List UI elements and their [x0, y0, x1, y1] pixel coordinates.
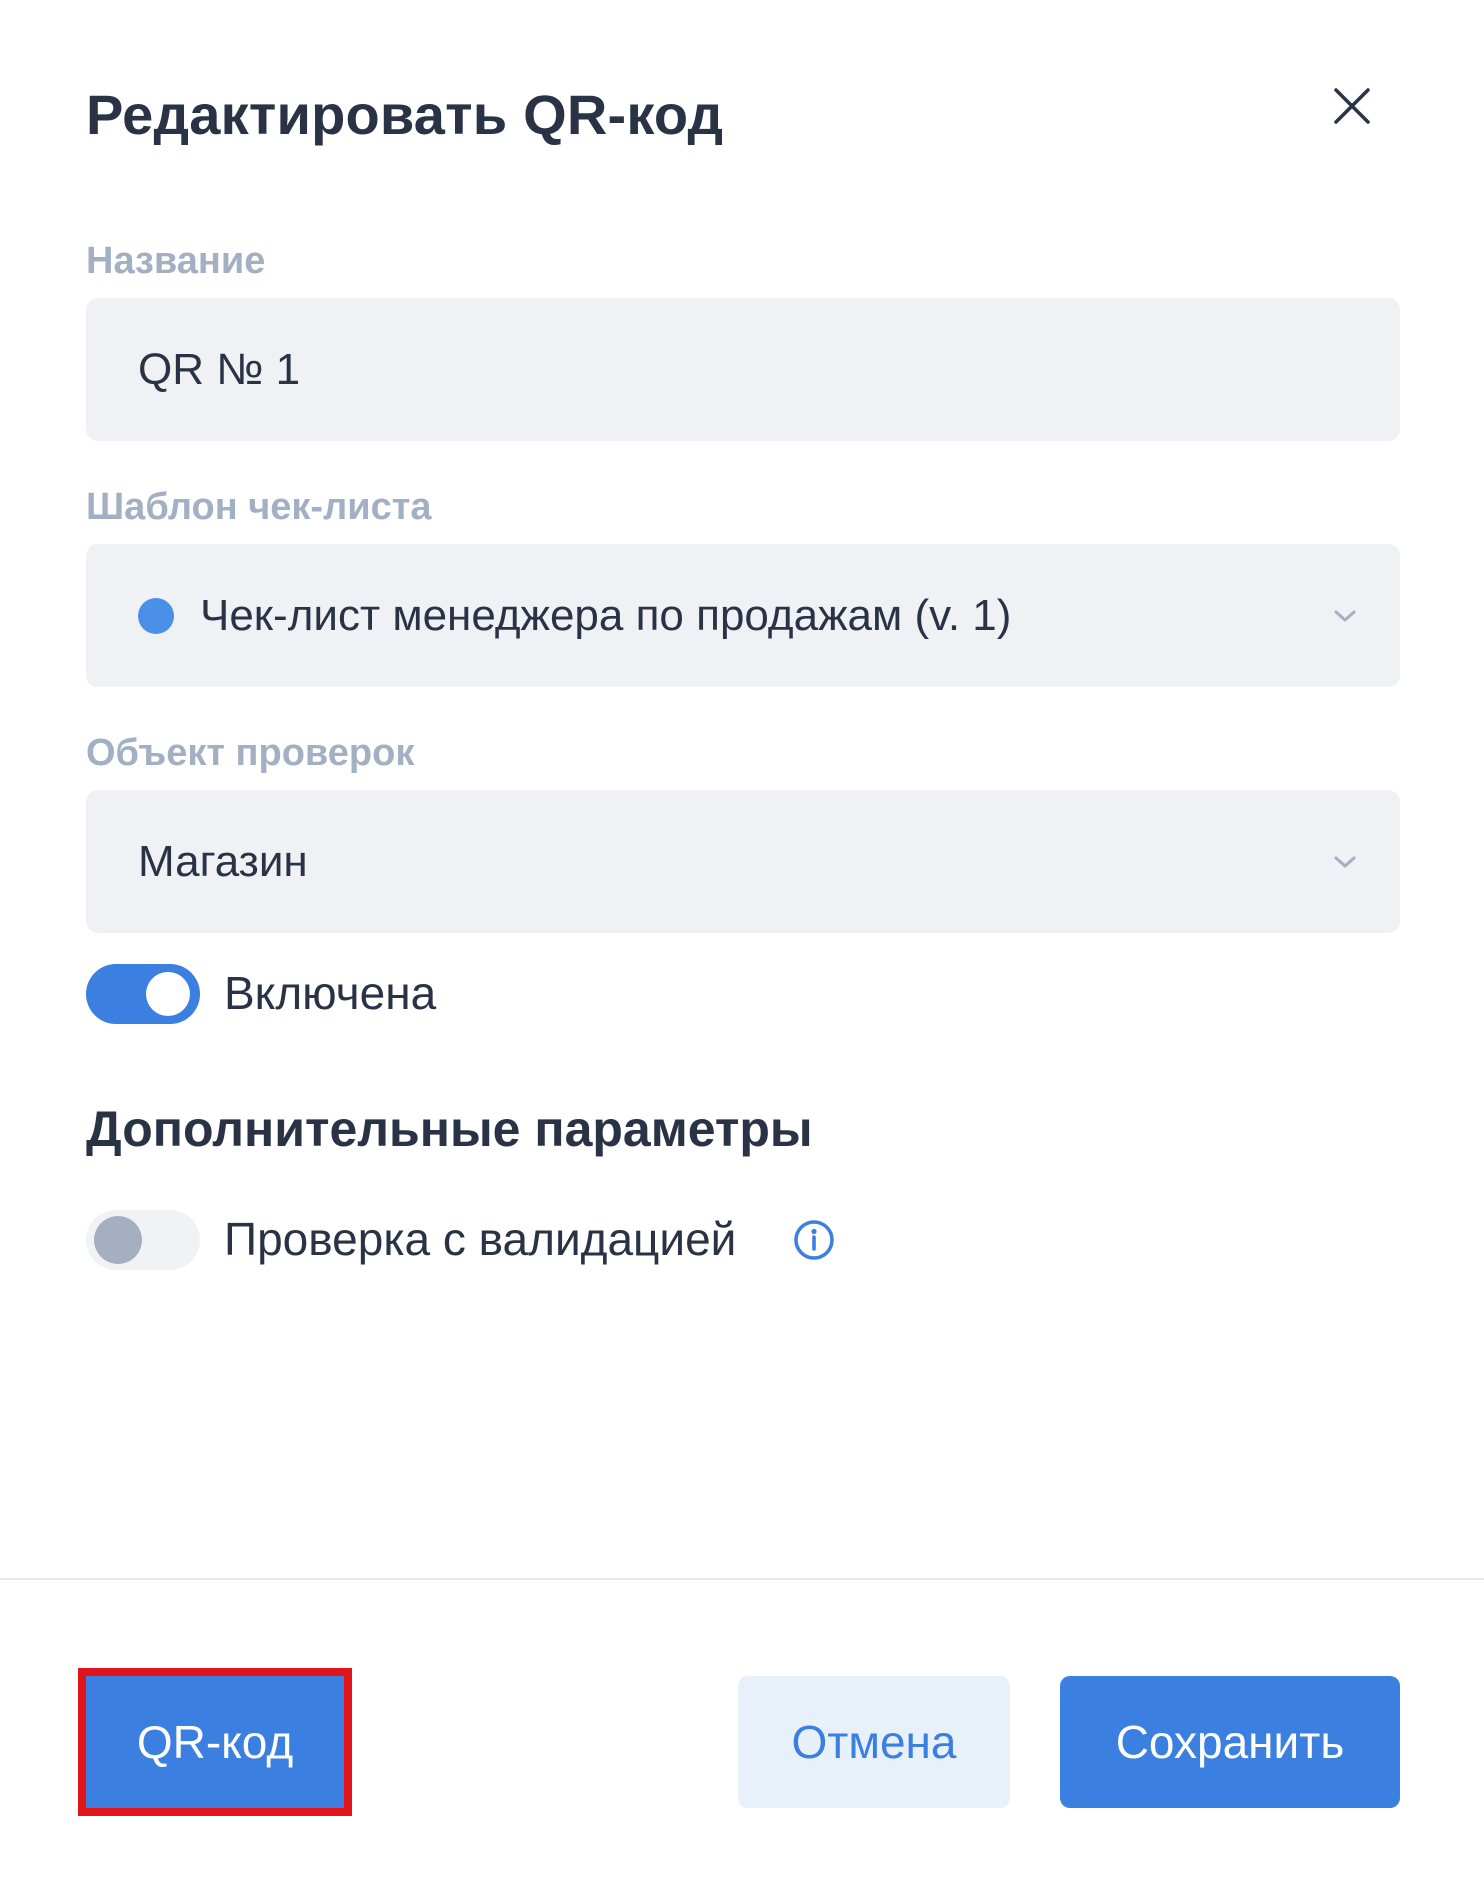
validation-toggle-label: Проверка с валидацией	[224, 1213, 737, 1265]
object-select-value: Магазин	[138, 836, 308, 886]
template-select-value: Чек-лист менеджера по продажам (v. 1)	[200, 590, 1012, 640]
template-field-label: Шаблон чек-листа	[86, 486, 432, 528]
chevron-down-icon	[1334, 856, 1356, 867]
save-button[interactable]: Сохранить	[1060, 1676, 1400, 1808]
qr-code-button[interactable]: QR-код	[78, 1668, 352, 1816]
save-button-label: Сохранить	[1115, 1716, 1345, 1768]
cancel-button[interactable]: Отмена	[738, 1676, 1010, 1808]
template-color-dot	[138, 597, 174, 634]
close-button[interactable]	[1330, 84, 1374, 128]
toggle-knob	[94, 1216, 142, 1264]
name-field-label: Название	[86, 240, 266, 282]
enabled-toggle[interactable]	[86, 964, 200, 1024]
object-select[interactable]: Магазин	[86, 790, 1400, 933]
footer-divider	[0, 1578, 1484, 1580]
name-input-value: QR № 1	[138, 344, 301, 394]
info-icon[interactable]	[792, 1218, 836, 1262]
toggle-knob	[146, 972, 190, 1016]
cancel-button-label: Отмена	[791, 1716, 957, 1768]
qr-code-button-label: QR-код	[136, 1716, 294, 1768]
validation-toggle[interactable]	[86, 1210, 200, 1270]
additional-params-title: Дополнительные параметры	[86, 1101, 813, 1157]
object-field-label: Объект проверок	[86, 732, 415, 774]
template-select[interactable]: Чек-лист менеджера по продажам (v. 1)	[86, 544, 1400, 687]
chevron-down-icon	[1334, 610, 1356, 621]
close-icon	[1334, 88, 1370, 124]
dialog-title: Редактировать QR-код	[86, 83, 724, 146]
name-input[interactable]: QR № 1	[86, 298, 1400, 441]
edit-qr-dialog: Редактировать QR-код Название QR № 1 Шаб…	[0, 0, 1484, 1896]
enabled-toggle-label: Включена	[224, 967, 437, 1019]
